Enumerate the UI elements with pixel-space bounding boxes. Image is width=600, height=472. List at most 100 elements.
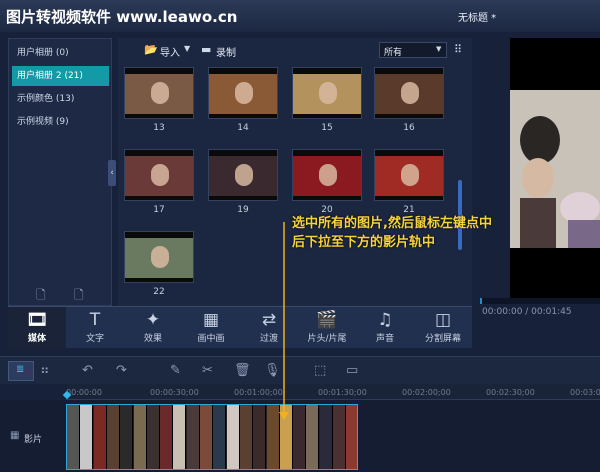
ruler-tick: 00:02:30;00 bbox=[486, 388, 535, 397]
clip[interactable] bbox=[67, 405, 80, 469]
album-item[interactable]: 示例颜色 (13) bbox=[12, 89, 109, 109]
storyboard-view-icon[interactable]: ⠶ bbox=[40, 363, 50, 378]
media-thumbnail[interactable] bbox=[208, 149, 278, 201]
tab-icon: ♫ bbox=[377, 310, 393, 330]
ruler-tick: 00:02:00;00 bbox=[402, 388, 451, 397]
thumbnail-figure bbox=[401, 164, 419, 186]
tab-0[interactable]: 🎞 媒体 bbox=[8, 307, 66, 349]
clip[interactable] bbox=[173, 405, 187, 469]
trash-icon[interactable]: 🗑 bbox=[234, 363, 251, 378]
clip-strip-icon: ▦ bbox=[10, 430, 20, 441]
playback-progress[interactable] bbox=[480, 298, 600, 304]
clip[interactable] bbox=[200, 405, 213, 469]
clip[interactable] bbox=[160, 405, 174, 469]
preview-image bbox=[510, 90, 600, 248]
tab-label: 媒体 bbox=[27, 334, 46, 344]
clip[interactable] bbox=[333, 405, 346, 469]
function-tabs: 🎞 媒体 T 文字 ✦ 效果 ▦ 画中画 ⇄ 过渡 🎬 片头/片尾 ♫ 声音 ◫ 分割屏幕 bbox=[8, 306, 472, 349]
clip[interactable] bbox=[266, 405, 280, 469]
clip-strip[interactable] bbox=[66, 404, 358, 470]
clip[interactable] bbox=[279, 405, 293, 469]
clip[interactable] bbox=[146, 405, 160, 469]
timeline-ruler[interactable]: 00:00:00 00:00:30;00 00:01:00;00 00:01:30;0… bbox=[66, 384, 600, 400]
clip[interactable] bbox=[306, 405, 320, 469]
clip[interactable] bbox=[293, 405, 307, 469]
media-thumbnail[interactable] bbox=[124, 231, 194, 283]
chevron-down-icon[interactable]: ▼ bbox=[184, 44, 190, 53]
clip[interactable] bbox=[346, 405, 357, 469]
media-thumbnail[interactable] bbox=[208, 67, 278, 119]
tab-label: 片头/片尾 bbox=[307, 334, 347, 344]
annotation-callout: 选中所有的图片,然后鼠标左键点中 后下拉至下方的影片轨中 bbox=[292, 214, 492, 252]
thumbnail-figure bbox=[401, 82, 419, 104]
document-title: 无标题 * bbox=[458, 13, 497, 24]
thumbnail-label: 16 bbox=[403, 123, 415, 133]
clip[interactable] bbox=[106, 405, 120, 469]
edit-icon[interactable]: ✎ bbox=[170, 363, 181, 378]
album-list: 用户相册 (0) 用户相册 2 (21) 示例颜色 (13) 示例视频 (9) bbox=[8, 38, 112, 306]
tab-icon: ◫ bbox=[434, 310, 452, 330]
thumbnail-figure bbox=[319, 82, 337, 104]
tab-1[interactable]: T 文字 bbox=[66, 307, 124, 349]
import-button[interactable]: 导入 bbox=[160, 44, 180, 59]
filter-value: 所有 bbox=[384, 48, 403, 58]
clip[interactable] bbox=[120, 405, 134, 469]
tab-icon: 🎞 bbox=[26, 310, 48, 330]
ruler-tick: 00:01:30;00 bbox=[318, 388, 367, 397]
media-thumbnail[interactable] bbox=[374, 67, 444, 119]
clip[interactable] bbox=[319, 405, 333, 469]
album-item[interactable]: 示例视频 (9) bbox=[12, 112, 109, 132]
settings-icon[interactable]: ▭ bbox=[346, 363, 358, 378]
thumbnail-figure bbox=[151, 164, 169, 186]
thumbnail-label: 13 bbox=[153, 123, 165, 133]
tab-2[interactable]: ✦ 效果 bbox=[124, 307, 182, 349]
redo-icon[interactable]: ↷ bbox=[116, 363, 127, 378]
tab-label: 文字 bbox=[85, 334, 104, 344]
album-item[interactable]: 用户相册 2 (21) bbox=[12, 66, 109, 86]
clip[interactable] bbox=[133, 405, 147, 469]
tab-label: 过渡 bbox=[259, 334, 278, 344]
clip[interactable] bbox=[253, 405, 267, 469]
voice-icon[interactable]: 🎙 bbox=[264, 363, 281, 378]
clip[interactable] bbox=[226, 405, 240, 469]
media-thumbnail[interactable] bbox=[124, 149, 194, 201]
record-button[interactable]: 录制 bbox=[216, 44, 236, 59]
album-item[interactable]: 用户相册 (0) bbox=[12, 43, 109, 63]
clip[interactable] bbox=[213, 405, 227, 469]
preview-screen bbox=[510, 38, 600, 298]
tab-7[interactable]: ◫ 分割屏幕 bbox=[414, 307, 472, 349]
undo-icon[interactable]: ↶ bbox=[82, 363, 93, 378]
media-thumbnail[interactable] bbox=[292, 67, 362, 119]
tab-3[interactable]: ▦ 画中画 bbox=[182, 307, 240, 349]
thumbnail-label: 17 bbox=[153, 205, 165, 215]
tab-icon: ▦ bbox=[202, 310, 220, 330]
tab-5[interactable]: 🎬 片头/片尾 bbox=[298, 307, 356, 349]
tab-label: 画中画 bbox=[197, 334, 225, 344]
clip[interactable] bbox=[186, 405, 200, 469]
progress-fill bbox=[480, 298, 483, 304]
tab-4[interactable]: ⇄ 过渡 bbox=[240, 307, 298, 349]
tab-label: 声音 bbox=[375, 334, 394, 344]
tab-label: 分割屏幕 bbox=[424, 334, 461, 344]
app-brand: 图片转视频软件 www.leawo.cn bbox=[6, 8, 238, 26]
import-icon: 📂 bbox=[144, 43, 158, 56]
media-toolbar: 📂 导入 ▼ ▬ 录制 所有 ▼ ⠿ bbox=[118, 38, 472, 62]
clip[interactable] bbox=[239, 405, 253, 469]
filter-select[interactable]: 所有 ▼ bbox=[379, 42, 447, 58]
sort-icon[interactable]: ⠿ bbox=[454, 43, 462, 56]
tab-6[interactable]: ♫ 声音 bbox=[356, 307, 414, 349]
fit-icon[interactable]: ⬚ bbox=[314, 363, 326, 378]
new-album-icon[interactable]: 🗋 bbox=[36, 286, 46, 307]
media-thumbnail[interactable] bbox=[374, 149, 444, 201]
media-thumbnail[interactable] bbox=[292, 149, 362, 201]
media-grid: 13 14 15 16 17 19 20 21 22 bbox=[118, 62, 472, 306]
timeline-view-icon[interactable]: ≣ bbox=[8, 361, 34, 381]
cut-icon[interactable]: ✂ bbox=[202, 363, 213, 378]
clip[interactable] bbox=[93, 405, 107, 469]
tab-icon: ⇄ bbox=[261, 310, 277, 330]
collapse-panel-icon[interactable]: ‹ bbox=[108, 160, 116, 186]
tab-icon: ✦ bbox=[145, 310, 161, 330]
delete-album-icon[interactable]: 🗋 bbox=[74, 286, 84, 307]
clip[interactable] bbox=[80, 405, 94, 469]
media-thumbnail[interactable] bbox=[124, 67, 194, 119]
